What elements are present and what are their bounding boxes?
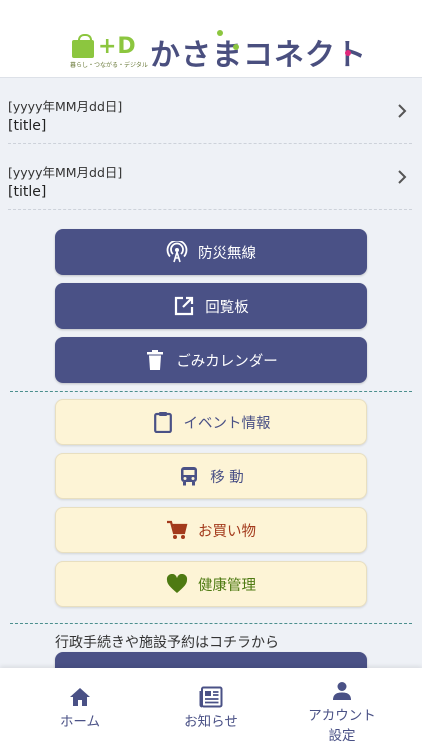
transport-label: 移 動 (210, 469, 244, 486)
chevron-right-icon (398, 170, 407, 184)
section-divider (10, 391, 412, 392)
app-logo-text: かさまコネクト (150, 38, 367, 73)
cart-icon (166, 519, 188, 541)
nav-item-home[interactable]: ホーム (10, 668, 150, 750)
notice-date: [yyyy年MM月dd日] (8, 99, 123, 114)
procedure-caption: 行政手続きや施設予約はコチラから (55, 635, 279, 651)
radio-tower-icon (166, 241, 188, 263)
nav-label: ホーム (59, 714, 101, 730)
nav-item-news[interactable]: お知らせ (141, 668, 281, 750)
notice-title: [title] (8, 118, 47, 134)
heart-icon (166, 573, 188, 595)
disaster-radio-label: 防災無線 (198, 245, 256, 262)
garbage-calendar-label: ごみカレンダー (176, 353, 278, 370)
external-link-icon (173, 295, 195, 317)
clipboard-icon (152, 411, 174, 433)
logo-dot-pink (345, 50, 351, 56)
shopping-bag-icon (72, 34, 94, 58)
transport-button[interactable]: 移 動 (55, 453, 367, 499)
trash-icon (144, 349, 166, 371)
logo-dot-green (233, 44, 239, 50)
logo-tagline: 暮らし・つながる・デジタル (70, 62, 148, 69)
notice-item[interactable]: [yyyy年MM月dd日] [title] (8, 80, 412, 144)
notice-item[interactable]: [yyyy年MM月dd日] [title] (8, 146, 412, 210)
notice-title: [title] (8, 184, 47, 200)
chevron-right-icon (398, 104, 407, 118)
event-info-button[interactable]: イベント情報 (55, 399, 367, 445)
nav-label: お知らせ (184, 714, 238, 730)
shopping-button[interactable]: お買い物 (55, 507, 367, 553)
shopping-label: お買い物 (198, 523, 256, 540)
garbage-calendar-button[interactable]: ごみカレンダー (55, 337, 367, 383)
health-management-button[interactable]: 健康管理 (55, 561, 367, 607)
circular-board-button[interactable]: 回覧板 (55, 283, 367, 329)
event-info-label: イベント情報 (183, 415, 271, 432)
logo-dot-green (217, 30, 223, 36)
home-icon (68, 686, 92, 708)
logo-mark: +D 暮らし・つながる・デジタル (70, 34, 148, 69)
disaster-radio-button[interactable]: 防災無線 (55, 229, 367, 275)
section-divider (10, 623, 412, 624)
account-icon (330, 680, 354, 702)
nav-label: アカウント 設定 (308, 708, 376, 744)
news-icon (199, 686, 223, 708)
app-header: +D 暮らし・つながる・デジタル かさまコネクト (0, 0, 422, 78)
bus-icon (178, 465, 200, 487)
health-management-label: 健康管理 (198, 577, 256, 594)
nav-item-account-settings[interactable]: アカウント 設定 (272, 668, 412, 750)
circular-board-label: 回覧板 (205, 299, 249, 316)
notice-date: [yyyy年MM月dd日] (8, 165, 123, 180)
logo-plus-d: +D (98, 34, 137, 59)
bottom-nav: ホーム お知らせ アカウント 設定 (0, 668, 422, 750)
